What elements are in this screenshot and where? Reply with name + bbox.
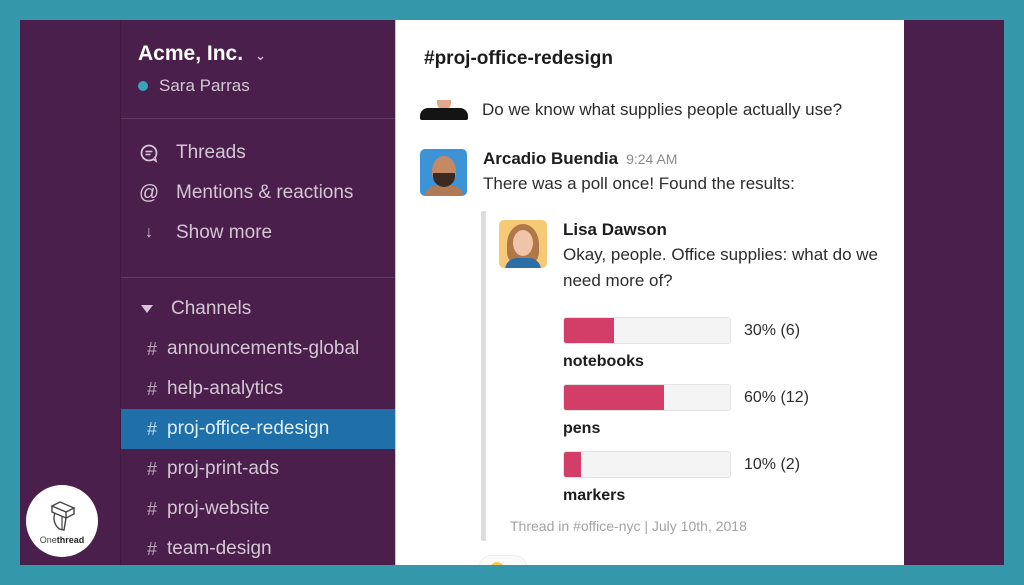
emoji-icon bbox=[490, 562, 504, 565]
channel-item[interactable]: # team-design bbox=[121, 529, 395, 565]
threads-icon bbox=[138, 142, 160, 164]
app-frame: Acme, Inc. ⌄ Sara Parras Threads @ Menti… bbox=[20, 20, 1004, 565]
channel-item-active[interactable]: # proj-office-redesign bbox=[121, 409, 395, 449]
channel-item[interactable]: # announcements-global bbox=[121, 329, 395, 369]
avatar[interactable] bbox=[420, 149, 467, 196]
logo-suffix: thread bbox=[56, 534, 85, 545]
nav-item-threads[interactable]: Threads bbox=[121, 133, 395, 173]
hash-icon: # bbox=[147, 538, 158, 559]
poll-percent: 10% (2) bbox=[744, 455, 801, 473]
hash-icon: # bbox=[147, 338, 158, 359]
sidebar: Acme, Inc. ⌄ Sara Parras Threads @ Menti… bbox=[120, 20, 395, 565]
nav-item-mentions[interactable]: @ Mentions & reactions bbox=[121, 173, 395, 213]
poll-bar-line: 30% (6) bbox=[563, 317, 809, 344]
onethread-logo: Onethread bbox=[26, 485, 98, 557]
hash-icon: # bbox=[147, 418, 158, 439]
message-pane: #proj-office-redesign Do we know what su… bbox=[395, 20, 904, 565]
hash-icon: # bbox=[147, 378, 158, 399]
poll-bar-fill bbox=[564, 452, 581, 477]
logo-prefix: One bbox=[39, 534, 57, 545]
nav-item-show-more[interactable]: ↓ Show more bbox=[121, 213, 395, 253]
presence-indicator-icon bbox=[138, 81, 148, 91]
shared-message-content: Lisa Dawson Okay, people. Office supplie… bbox=[563, 220, 908, 294]
message-text: There was a poll once! Found the results… bbox=[483, 174, 795, 193]
channel-name: announcements-global bbox=[167, 338, 360, 359]
chevron-down-icon[interactable]: ⌄ bbox=[255, 48, 266, 64]
channels-section-toggle[interactable]: Channels bbox=[121, 289, 395, 329]
poll-percent: 60% (12) bbox=[744, 388, 809, 406]
workspace-name: Acme, Inc. bbox=[138, 42, 244, 65]
poll-bar-line: 60% (12) bbox=[563, 384, 809, 411]
workspace-name-row: Acme, Inc. ⌄ bbox=[138, 42, 395, 66]
poll-bar-fill bbox=[564, 318, 614, 343]
message-timestamp[interactable]: 9:24 AM bbox=[626, 151, 677, 167]
poll-option: 10% (2) markers bbox=[563, 451, 809, 518]
shared-message-text: Okay, people. Office supplies: what do w… bbox=[563, 245, 878, 290]
channel-list: # announcements-global # help-analytics … bbox=[121, 329, 395, 565]
onethread-logo-icon bbox=[50, 500, 76, 531]
workspace-header[interactable]: Acme, Inc. ⌄ Sara Parras bbox=[121, 20, 395, 119]
shared-message-body: Lisa Dawson Okay, people. Office supplie… bbox=[499, 220, 908, 294]
channels-header-label: Channels bbox=[171, 298, 252, 319]
avatar[interactable] bbox=[499, 220, 547, 268]
poll-bar-track bbox=[563, 317, 731, 344]
poll-bar-fill bbox=[564, 385, 664, 410]
channel-item[interactable]: # proj-print-ads bbox=[121, 449, 395, 489]
channel-title: #proj-office-redesign bbox=[424, 48, 613, 69]
nav-section: Threads @ Mentions & reactions ↓ Show mo… bbox=[121, 119, 395, 278]
message: Arcadio Buendia 9:24 AM There was a poll … bbox=[420, 149, 795, 196]
caret-down-icon bbox=[141, 305, 153, 313]
current-user: Sara Parras bbox=[138, 76, 395, 96]
poll-results: 30% (6) notebooks 60% (12) pens 10% (2) bbox=[563, 317, 809, 518]
poll-bar-line: 10% (2) bbox=[563, 451, 809, 478]
user-name: Sara Parras bbox=[159, 76, 250, 95]
poll-option-label: notebooks bbox=[563, 353, 644, 370]
reaction-pill[interactable] bbox=[479, 555, 527, 565]
channel-name: team-design bbox=[167, 538, 272, 559]
poll-option: 60% (12) pens bbox=[563, 384, 809, 451]
hash-icon: # bbox=[147, 458, 158, 479]
right-panel-strip bbox=[904, 20, 1004, 565]
channel-name: proj-print-ads bbox=[167, 458, 279, 479]
message-header: Arcadio Buendia 9:24 AM bbox=[483, 149, 795, 169]
channel-item[interactable]: # help-analytics bbox=[121, 369, 395, 409]
channel-name: proj-office-redesign bbox=[167, 418, 330, 439]
shared-message: Lisa Dawson Okay, people. Office supplie… bbox=[481, 211, 901, 541]
thread-meta[interactable]: Thread in #office-nyc | July 10th, 2018 bbox=[510, 518, 747, 534]
poll-bar-track bbox=[563, 451, 731, 478]
channel-item[interactable]: # proj-website bbox=[121, 489, 395, 529]
workspace-switcher-strip bbox=[20, 20, 120, 565]
message-author[interactable]: Arcadio Buendia bbox=[483, 149, 618, 168]
hash-icon: # bbox=[147, 498, 158, 519]
poll-percent: 30% (6) bbox=[744, 321, 801, 339]
previous-message: Do we know what supplies people actually… bbox=[420, 100, 842, 120]
arrow-down-icon: ↓ bbox=[145, 224, 153, 241]
shared-message-author[interactable]: Lisa Dawson bbox=[563, 220, 908, 240]
nav-item-label: Threads bbox=[176, 142, 246, 163]
poll-option-label: markers bbox=[563, 487, 626, 504]
poll-bar-track bbox=[563, 384, 731, 411]
nav-item-label: Show more bbox=[176, 222, 273, 243]
poll-option: 30% (6) notebooks bbox=[563, 317, 809, 384]
message-content: Arcadio Buendia 9:24 AM There was a poll … bbox=[483, 149, 795, 196]
onethread-logo-text: Onethread bbox=[40, 535, 85, 545]
avatar[interactable] bbox=[420, 100, 468, 120]
channel-name: proj-website bbox=[167, 498, 270, 519]
nav-item-label: Mentions & reactions bbox=[176, 182, 354, 203]
message-text: Do we know what supplies people actually… bbox=[482, 100, 843, 119]
poll-option-label: pens bbox=[563, 420, 601, 437]
at-icon: @ bbox=[138, 181, 160, 204]
channel-name: help-analytics bbox=[167, 378, 284, 399]
